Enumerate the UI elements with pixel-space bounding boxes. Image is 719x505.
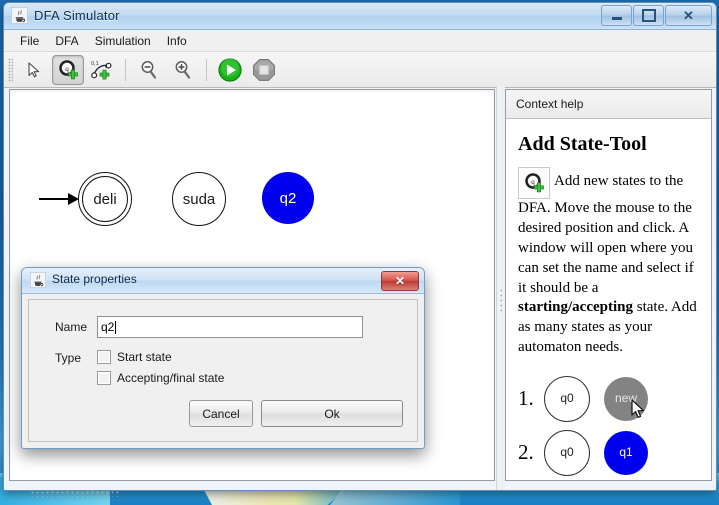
start-state-checkbox-row[interactable]: Start state — [97, 350, 224, 364]
add-state-icon: q — [518, 167, 550, 200]
start-state-label: Start state — [117, 350, 172, 364]
minimize-button[interactable] — [601, 5, 632, 26]
splitter-grip — [500, 288, 502, 312]
add-transition-icon: 0,1 — [91, 61, 112, 79]
cursor-arrow-icon — [28, 61, 40, 77]
svg-text:0,1: 0,1 — [91, 61, 99, 67]
play-icon — [218, 57, 242, 82]
start-arrow-icon — [39, 193, 79, 205]
accepting-inner-circle — [82, 176, 128, 222]
close-icon: ✕ — [394, 274, 406, 288]
help-title: Add State-Tool — [518, 133, 647, 155]
java-coffee-cup-icon — [11, 7, 28, 24]
help-text-bold: starting/accepting — [518, 299, 633, 316]
state-node-suda[interactable]: suda — [172, 172, 226, 226]
help-example-state-q0: q0 — [544, 429, 590, 476]
zoom-in-icon — [175, 60, 191, 79]
help-example-number: 2. — [518, 439, 534, 464]
add-state-tool-button[interactable]: q — [52, 54, 84, 85]
cancel-button[interactable]: Cancel — [189, 400, 253, 427]
name-label: Name — [55, 320, 88, 334]
stop-icon — [252, 58, 275, 81]
menu-info[interactable]: Info — [159, 32, 195, 50]
add-state-icon: q — [59, 59, 78, 79]
select-tool-button[interactable] — [18, 55, 50, 85]
dialog-title: State properties — [52, 272, 137, 286]
java-coffee-cup-icon — [30, 272, 46, 288]
help-examples-list: 1. q0 new 2. q0 q1 — [518, 372, 699, 480]
help-example-number: 1. — [518, 385, 534, 410]
help-example-state-q0: q0 — [544, 375, 590, 422]
accepting-state-label: Accepting/final state — [117, 371, 225, 385]
dialog-titlebar[interactable]: State properties ✕ — [22, 268, 424, 294]
run-simulation-button[interactable] — [214, 55, 246, 85]
help-example-row-1: 1. q0 new — [518, 372, 699, 426]
dialog-close-button[interactable]: ✕ — [381, 271, 419, 291]
main-window: DFA Simulator ✕ File DFA Simulation Info… — [3, 2, 717, 491]
menu-simulation[interactable]: Simulation — [87, 32, 159, 50]
dialog-body: Name q2 Type Start state Accepting/final… — [28, 299, 418, 442]
context-help-pane: Context help Add State-Tool q Add new st… — [505, 86, 716, 490]
pane-splitter[interactable] — [496, 86, 505, 490]
toolbar-separator-2 — [206, 58, 207, 81]
svg-text:q: q — [531, 179, 535, 187]
window-titlebar[interactable]: DFA Simulator ✕ — [4, 3, 716, 30]
state-label: q2 — [279, 189, 297, 207]
window-controls: ✕ — [601, 5, 712, 26]
menubar: File DFA Simulation Info — [4, 30, 716, 52]
state-node-deli[interactable]: deli — [78, 172, 132, 226]
help-example-row-2: 2. q0 q1 — [518, 426, 699, 480]
accepting-state-checkbox[interactable] — [97, 371, 111, 385]
type-field-row: Type Start state Accepting/final state — [55, 350, 417, 392]
toolbar-drag-handle[interactable] — [8, 57, 13, 82]
maximize-button[interactable] — [633, 5, 664, 26]
state-node-q2[interactable]: q2 — [262, 172, 314, 224]
zoom-in-tool-button[interactable] — [167, 55, 199, 85]
state-label: suda — [182, 190, 216, 208]
svg-text:q: q — [65, 65, 69, 73]
close-icon: ✕ — [683, 8, 694, 23]
mouse-cursor-icon — [631, 399, 644, 418]
zoom-out-tool-button[interactable] — [133, 55, 165, 85]
name-input-value: q2 — [101, 320, 115, 334]
menu-file[interactable]: File — [12, 32, 47, 50]
window-title: DFA Simulator — [34, 8, 120, 23]
start-state-checkbox[interactable] — [97, 350, 111, 364]
ok-button[interactable]: Ok — [261, 400, 403, 427]
toolbar: q 0,1 — [4, 52, 716, 88]
state-properties-dialog: State properties ✕ Name q2 Type Start st… — [21, 267, 425, 449]
help-example-state-q1: q1 — [604, 430, 648, 475]
name-input[interactable]: q2 — [97, 316, 363, 338]
name-field-row: Name q2 — [55, 316, 417, 338]
accepting-state-checkbox-row[interactable]: Accepting/final state — [97, 371, 224, 385]
help-text: q Add new states to the DFA. Move the mo… — [518, 167, 699, 357]
stop-simulation-button[interactable] — [248, 55, 280, 85]
text-caret — [115, 320, 117, 334]
dialog-buttons: Cancel Ok — [189, 400, 403, 427]
close-button[interactable]: ✕ — [665, 5, 712, 26]
type-label: Type — [55, 351, 82, 365]
context-help-body: Add State-Tool q Add new states to the D… — [506, 119, 711, 480]
toolbar-separator-1 — [125, 58, 126, 81]
add-transition-tool-button[interactable]: 0,1 — [86, 55, 118, 85]
menu-dfa[interactable]: DFA — [47, 32, 86, 50]
help-example-state-new: new — [604, 376, 648, 421]
context-help-header: Context help — [506, 90, 711, 119]
context-help-box: Context help Add State-Tool q Add new st… — [505, 89, 712, 481]
type-checkbox-group: Start state Accepting/final state — [97, 350, 224, 392]
zoom-out-icon — [141, 60, 157, 79]
